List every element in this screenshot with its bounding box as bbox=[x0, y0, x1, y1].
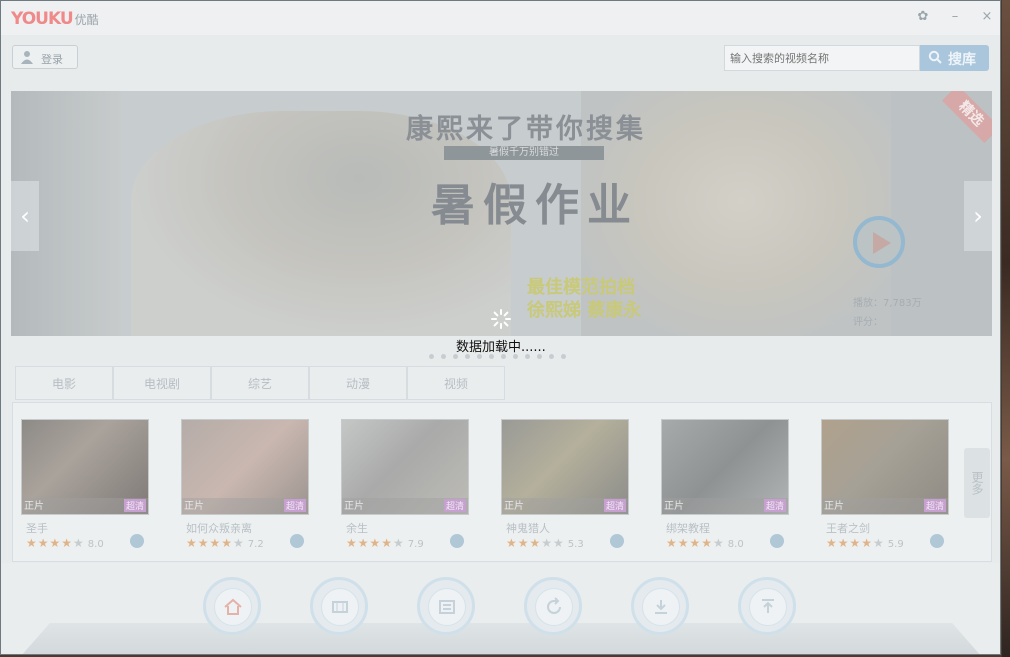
movie-title[interactable]: 王者之剑 bbox=[826, 520, 870, 536]
youku-logo: YOUKU 优酷 bbox=[11, 9, 99, 29]
pager-dot[interactable] bbox=[549, 354, 554, 359]
banner-title: 康熙来了带你搜集 bbox=[406, 114, 646, 145]
upload-icon bbox=[762, 599, 774, 613]
star-rating: ★★★★★ 7.9 bbox=[346, 536, 424, 550]
movie-score: 7.2 bbox=[247, 539, 264, 550]
user-icon bbox=[21, 51, 33, 64]
hd-badge: 超清 bbox=[923, 499, 946, 512]
loading-message: 数据加载中...... bbox=[456, 340, 546, 355]
movie-thumbnail[interactable]: 正片 超清 bbox=[661, 419, 789, 515]
search-icon bbox=[928, 50, 942, 64]
download-icon bbox=[655, 600, 667, 614]
desktop-background bbox=[1002, 0, 1010, 657]
info-icon[interactable] bbox=[130, 534, 144, 548]
download-dock-button[interactable] bbox=[631, 577, 689, 635]
movie-title[interactable]: 绑架教程 bbox=[666, 520, 710, 536]
minimize-icon[interactable]: – bbox=[946, 9, 964, 24]
movie-title[interactable]: 神鬼猎人 bbox=[506, 520, 550, 536]
home-button[interactable] bbox=[203, 577, 261, 635]
movie-title[interactable]: 余生 bbox=[346, 520, 368, 536]
refresh-icon bbox=[547, 597, 561, 614]
tab-video[interactable]: 视频 bbox=[407, 366, 505, 400]
info-icon[interactable] bbox=[610, 534, 624, 548]
banner-next-arrow[interactable]: › bbox=[964, 181, 992, 251]
pager-dot[interactable] bbox=[561, 354, 566, 359]
logo-text: YOUKU bbox=[11, 9, 74, 29]
gear-icon[interactable]: ✿ bbox=[914, 9, 932, 24]
star-rating: ★★★★★ 7.2 bbox=[186, 536, 264, 550]
movie-score: 5.9 bbox=[887, 539, 904, 550]
tab-anime[interactable]: 动漫 bbox=[309, 366, 407, 400]
close-icon[interactable]: × bbox=[978, 9, 996, 24]
pager-dot[interactable] bbox=[429, 354, 434, 359]
movie-thumbnail[interactable]: 正片 超清 bbox=[821, 419, 949, 515]
banner-headline: 暑假作业 bbox=[431, 180, 639, 231]
star-rating: ★★★★★ 5.3 bbox=[506, 536, 584, 550]
dock-shelf bbox=[21, 623, 981, 654]
full-movie-badge: 正片 bbox=[824, 501, 844, 512]
pager-dot[interactable] bbox=[441, 354, 446, 359]
full-movie-badge: 正片 bbox=[344, 501, 364, 512]
login-label: 登录 bbox=[41, 53, 63, 66]
banner-subtitle: 暑假千万别错过 bbox=[444, 146, 604, 160]
hd-badge: 超清 bbox=[123, 499, 146, 512]
search-button[interactable]: 搜库 bbox=[920, 45, 989, 71]
movie-thumbnail[interactable]: 正片 超清 bbox=[181, 419, 309, 515]
dock-bar bbox=[1, 563, 1000, 654]
upload-dock-button[interactable] bbox=[738, 577, 796, 635]
full-movie-badge: 正片 bbox=[24, 501, 44, 512]
banner-prev-arrow[interactable]: ‹ bbox=[11, 181, 39, 251]
star-rating: ★★★★★ 5.9 bbox=[826, 536, 904, 550]
movie-score: 5.3 bbox=[567, 539, 584, 550]
movie-thumbnail[interactable]: 正片 超清 bbox=[501, 419, 629, 515]
loading-spinner-icon bbox=[491, 309, 511, 329]
full-movie-badge: 正片 bbox=[664, 501, 684, 512]
movie-score: 8.0 bbox=[727, 539, 744, 550]
search-input[interactable] bbox=[724, 45, 920, 71]
banner-rating: 评分： bbox=[853, 317, 883, 328]
movie-score: 7.9 bbox=[407, 539, 424, 550]
star-rating: ★★★★★ 8.0 bbox=[666, 536, 744, 550]
star-rating: ★★★★★ 8.0 bbox=[26, 536, 104, 550]
featured-banner[interactable]: 康熙来了带你搜集 暑假千万别错过 暑假作业 最佳模范拍档 徐熙娣 蔡康永 精选 … bbox=[11, 91, 992, 336]
playlist-dock-button[interactable] bbox=[417, 577, 475, 635]
film-icon bbox=[332, 601, 348, 613]
movies-dock-button[interactable] bbox=[310, 577, 368, 635]
tab-variety[interactable]: 综艺 bbox=[211, 366, 309, 400]
banner-play-count: 播放：7,783万 bbox=[853, 298, 922, 309]
info-icon[interactable] bbox=[770, 534, 784, 548]
hd-badge: 超清 bbox=[283, 499, 306, 512]
title-bar: YOUKU 优酷 ✿ – × bbox=[1, 1, 1000, 35]
info-icon[interactable] bbox=[450, 534, 464, 548]
login-button[interactable]: 登录 bbox=[12, 45, 78, 69]
movie-thumbnail[interactable]: 正片 超清 bbox=[21, 419, 149, 515]
tab-movies[interactable]: 电影 bbox=[15, 366, 113, 400]
banner-caption-2: 徐熙娣 蔡康永 bbox=[527, 300, 642, 321]
full-movie-badge: 正片 bbox=[184, 501, 204, 512]
movie-score: 8.0 bbox=[87, 539, 104, 550]
info-icon[interactable] bbox=[290, 534, 304, 548]
app-window: YOUKU优酷 ✿ – × 登录 搜库 康熙来了带你搜集 暑假千万别错过 暑假作… bbox=[0, 0, 1001, 655]
logo-subtext: 优酷 bbox=[74, 13, 99, 27]
hd-badge: 超清 bbox=[603, 499, 626, 512]
full-movie-badge: 正片 bbox=[504, 501, 524, 512]
movie-list: 正片 超清 圣手 ★★★★★ 8.0 正片 超清 如何众叛亲离 ★★★★★ 7.2 … bbox=[12, 402, 992, 562]
movie-title[interactable]: 圣手 bbox=[26, 520, 48, 536]
hd-badge: 超清 bbox=[443, 499, 466, 512]
more-button[interactable]: 更多 bbox=[964, 448, 990, 518]
info-icon[interactable] bbox=[930, 534, 944, 548]
movie-title[interactable]: 如何众叛亲离 bbox=[186, 520, 252, 536]
tab-tv[interactable]: 电视剧 bbox=[113, 366, 211, 400]
play-icon[interactable] bbox=[853, 216, 905, 268]
hd-badge: 超清 bbox=[763, 499, 786, 512]
home-icon bbox=[224, 598, 242, 615]
search-button-label: 搜库 bbox=[948, 52, 976, 68]
movie-thumbnail[interactable]: 正片 超清 bbox=[341, 419, 469, 515]
list-icon bbox=[439, 600, 455, 614]
refresh-dock-button[interactable] bbox=[524, 577, 582, 635]
